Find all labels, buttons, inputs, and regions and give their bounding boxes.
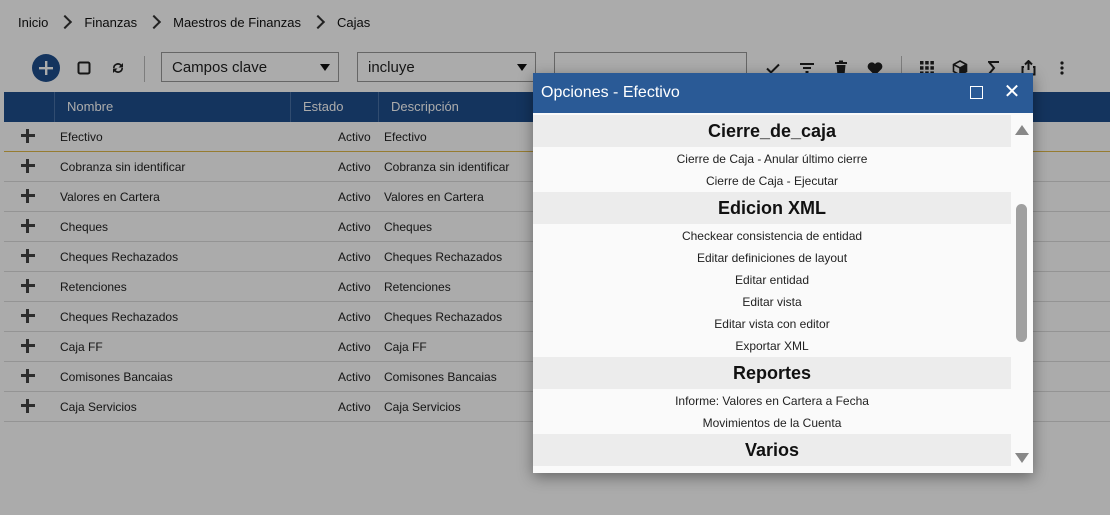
dialog-header: Opciones - Efectivo ✕ xyxy=(533,73,1033,113)
option-item[interactable]: Editar definiciones de layout xyxy=(533,247,1011,269)
section-header: Edicion XML xyxy=(533,192,1011,224)
option-item[interactable]: Movimientos de la Cuenta xyxy=(533,412,1011,434)
option-item[interactable]: Exportar XML xyxy=(533,335,1011,357)
scrollbar-thumb[interactable] xyxy=(1016,204,1027,342)
option-item[interactable]: Editar vista xyxy=(533,291,1011,313)
option-item[interactable]: Cierre de Caja - Anular último cierre xyxy=(533,148,1011,170)
option-item[interactable]: Checkear consistencia de entidad xyxy=(533,225,1011,247)
option-item[interactable]: Abrir en nueva pestaña xyxy=(533,467,1011,473)
option-item[interactable]: Informe: Valores en Cartera a Fecha xyxy=(533,390,1011,412)
option-item[interactable]: Editar vista con editor xyxy=(533,313,1011,335)
section-header: Reportes xyxy=(533,357,1011,389)
dialog-options-list: Cierre_de_caja Cierre de Caja - Anular úl… xyxy=(533,113,1011,473)
maximize-icon[interactable] xyxy=(970,86,983,99)
dialog-scrollbar[interactable] xyxy=(1011,113,1033,473)
close-icon[interactable]: ✕ xyxy=(1002,81,1022,103)
option-item[interactable]: Editar entidad xyxy=(533,269,1011,291)
option-item[interactable]: Cierre de Caja - Ejecutar xyxy=(533,170,1011,192)
dialog-title: Opciones - Efectivo xyxy=(541,84,680,101)
page: Inicio Finanzas Maestros de Finanzas Caj… xyxy=(0,0,1110,515)
scroll-down-icon[interactable] xyxy=(1015,453,1029,463)
section-header: Varios xyxy=(533,434,1011,466)
options-dialog: Opciones - Efectivo ✕ Cierre_de_caja Cier… xyxy=(533,73,1033,473)
section-header: Cierre_de_caja xyxy=(533,115,1011,147)
scroll-up-icon[interactable] xyxy=(1015,125,1029,135)
